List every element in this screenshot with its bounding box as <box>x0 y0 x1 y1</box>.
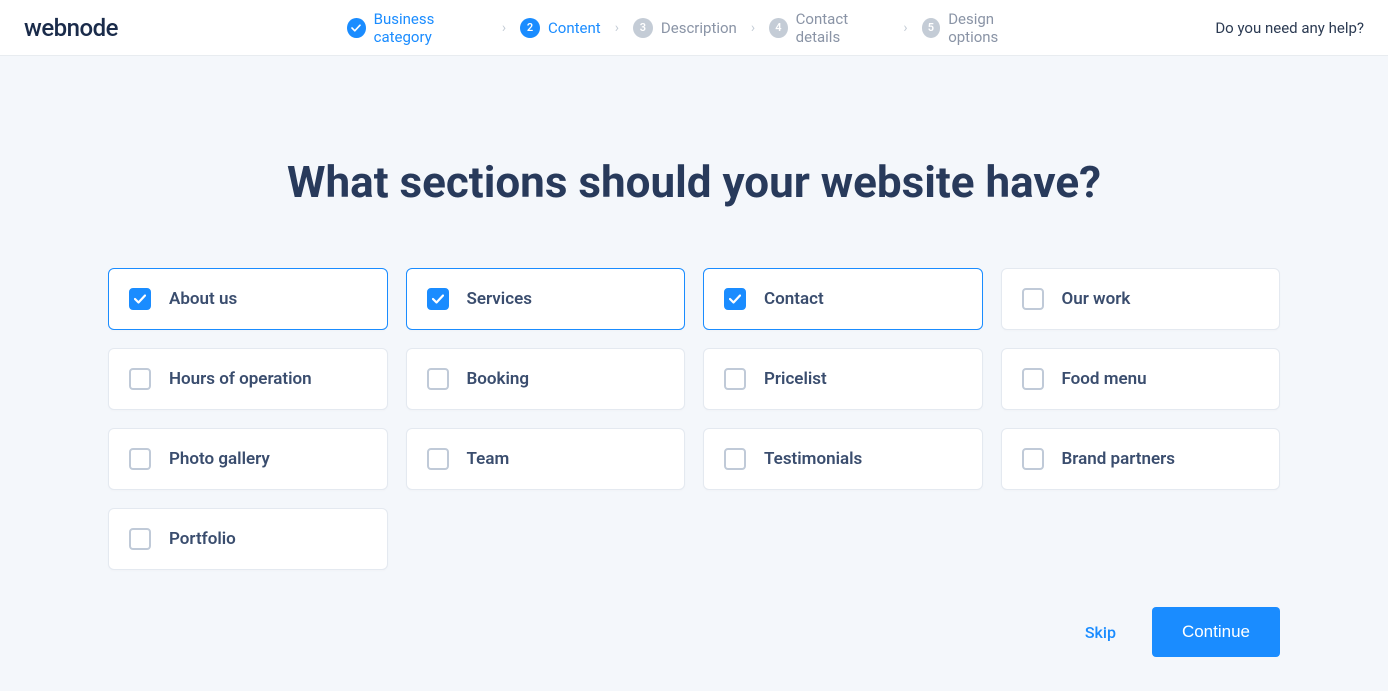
checkbox-icon <box>129 288 151 310</box>
step-description[interactable]: 3 Description <box>633 18 737 38</box>
step-label: Design options <box>948 10 1041 46</box>
option-label: Testimonials <box>764 449 862 469</box>
option-portfolio[interactable]: Portfolio <box>108 508 388 570</box>
check-icon <box>347 18 366 38</box>
checkbox-icon <box>724 368 746 390</box>
option-booking[interactable]: Booking <box>406 348 686 410</box>
option-label: Portfolio <box>169 529 236 549</box>
option-testimonials[interactable]: Testimonials <box>703 428 983 490</box>
option-label: Services <box>467 289 532 309</box>
step-number: 5 <box>922 18 941 38</box>
option-our-work[interactable]: Our work <box>1001 268 1281 330</box>
checkbox-icon <box>129 448 151 470</box>
continue-button[interactable]: Continue <box>1152 607 1280 657</box>
step-content[interactable]: 2 Content <box>520 18 601 38</box>
checkbox-icon <box>427 288 449 310</box>
checkbox-icon <box>1022 368 1044 390</box>
option-photo-gallery[interactable]: Photo gallery <box>108 428 388 490</box>
checkbox-icon <box>427 448 449 470</box>
option-label: About us <box>169 289 237 309</box>
page-title: What sections should your website have? <box>108 156 1280 208</box>
step-label: Business category <box>374 10 488 46</box>
options-grid: About us Services Contact Our work Hours of … <box>108 268 1280 570</box>
option-label: Pricelist <box>764 369 827 389</box>
option-pricelist[interactable]: Pricelist <box>703 348 983 410</box>
option-label: Photo gallery <box>169 449 270 469</box>
footer-actions: Skip Continue <box>1085 607 1280 657</box>
step-contact-details[interactable]: 4 Contact details <box>769 10 889 46</box>
logo: webnode <box>24 14 118 42</box>
header: webnode Business category › 2 Content › … <box>0 0 1388 56</box>
option-label: Team <box>467 449 510 469</box>
option-label: Booking <box>467 369 530 389</box>
option-hours-of-operation[interactable]: Hours of operation <box>108 348 388 410</box>
skip-link[interactable]: Skip <box>1085 623 1116 642</box>
step-number: 4 <box>769 18 788 38</box>
step-business-category[interactable]: Business category <box>347 10 488 46</box>
content-area: What sections should your website have? … <box>0 56 1388 570</box>
checkbox-icon <box>1022 448 1044 470</box>
step-number: 3 <box>633 18 653 38</box>
chevron-right-icon: › <box>903 20 907 36</box>
step-label: Content <box>548 19 601 37</box>
option-team[interactable]: Team <box>406 428 686 490</box>
chevron-right-icon: › <box>502 20 506 36</box>
checkbox-icon <box>129 368 151 390</box>
checkbox-icon <box>427 368 449 390</box>
option-services[interactable]: Services <box>406 268 686 330</box>
option-contact[interactable]: Contact <box>703 268 983 330</box>
option-label: Contact <box>764 289 824 309</box>
checkbox-icon <box>129 528 151 550</box>
step-design-options[interactable]: 5 Design options <box>922 10 1041 46</box>
option-brand-partners[interactable]: Brand partners <box>1001 428 1281 490</box>
step-label: Description <box>661 19 737 37</box>
checkbox-icon <box>1022 288 1044 310</box>
stepper: Business category › 2 Content › 3 Descri… <box>347 10 1041 46</box>
option-about-us[interactable]: About us <box>108 268 388 330</box>
option-label: Our work <box>1062 289 1131 309</box>
option-label: Brand partners <box>1062 449 1175 469</box>
chevron-right-icon: › <box>615 20 619 36</box>
option-food-menu[interactable]: Food menu <box>1001 348 1281 410</box>
option-label: Food menu <box>1062 369 1147 389</box>
option-label: Hours of operation <box>169 369 312 389</box>
chevron-right-icon: › <box>751 20 755 36</box>
step-number: 2 <box>520 18 540 38</box>
checkbox-icon <box>724 288 746 310</box>
checkbox-icon <box>724 448 746 470</box>
step-label: Contact details <box>796 10 890 46</box>
help-link[interactable]: Do you need any help? <box>1215 19 1364 37</box>
